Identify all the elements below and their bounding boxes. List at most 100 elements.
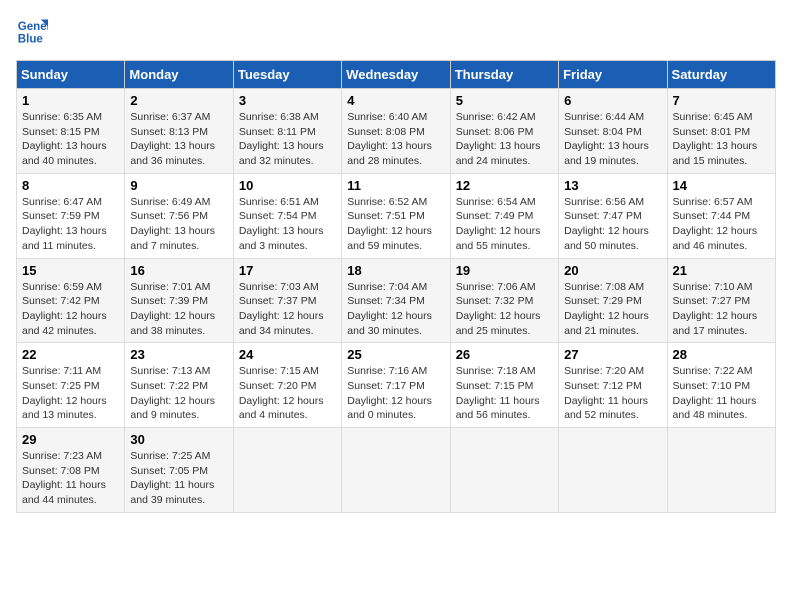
calendar-week-0: 1 Sunrise: 6:35 AMSunset: 8:15 PMDayligh… xyxy=(17,89,776,174)
day-cell-17: 17 Sunrise: 7:03 AMSunset: 7:37 PMDaylig… xyxy=(233,258,341,343)
day-cell-4: 4 Sunrise: 6:40 AMSunset: 8:08 PMDayligh… xyxy=(342,89,450,174)
day-info: Sunrise: 6:57 AMSunset: 7:44 PMDaylight:… xyxy=(673,196,758,252)
logo: General Blue xyxy=(16,16,52,48)
day-cell-12: 12 Sunrise: 6:54 AMSunset: 7:49 PMDaylig… xyxy=(450,173,558,258)
day-number: 9 xyxy=(130,178,227,193)
day-cell-28: 28 Sunrise: 7:22 AMSunset: 7:10 PMDaylig… xyxy=(667,343,775,428)
day-cell-27: 27 Sunrise: 7:20 AMSunset: 7:12 PMDaylig… xyxy=(559,343,667,428)
day-info: Sunrise: 7:23 AMSunset: 7:08 PMDaylight:… xyxy=(22,450,106,506)
day-info: Sunrise: 7:25 AMSunset: 7:05 PMDaylight:… xyxy=(130,450,214,506)
day-info: Sunrise: 6:40 AMSunset: 8:08 PMDaylight:… xyxy=(347,111,432,167)
day-cell-24: 24 Sunrise: 7:15 AMSunset: 7:20 PMDaylig… xyxy=(233,343,341,428)
day-cell-14: 14 Sunrise: 6:57 AMSunset: 7:44 PMDaylig… xyxy=(667,173,775,258)
day-info: Sunrise: 7:10 AMSunset: 7:27 PMDaylight:… xyxy=(673,281,758,337)
day-number: 19 xyxy=(456,263,553,278)
day-number: 22 xyxy=(22,347,119,362)
col-header-tuesday: Tuesday xyxy=(233,61,341,89)
empty-cell xyxy=(667,428,775,513)
day-cell-6: 6 Sunrise: 6:44 AMSunset: 8:04 PMDayligh… xyxy=(559,89,667,174)
day-info: Sunrise: 7:01 AMSunset: 7:39 PMDaylight:… xyxy=(130,281,215,337)
day-number: 5 xyxy=(456,93,553,108)
col-header-saturday: Saturday xyxy=(667,61,775,89)
day-cell-7: 7 Sunrise: 6:45 AMSunset: 8:01 PMDayligh… xyxy=(667,89,775,174)
day-number: 4 xyxy=(347,93,444,108)
day-info: Sunrise: 7:11 AMSunset: 7:25 PMDaylight:… xyxy=(22,365,107,421)
empty-cell xyxy=(342,428,450,513)
day-cell-8: 8 Sunrise: 6:47 AMSunset: 7:59 PMDayligh… xyxy=(17,173,125,258)
day-info: Sunrise: 6:37 AMSunset: 8:13 PMDaylight:… xyxy=(130,111,215,167)
col-header-friday: Friday xyxy=(559,61,667,89)
empty-cell xyxy=(450,428,558,513)
day-info: Sunrise: 7:16 AMSunset: 7:17 PMDaylight:… xyxy=(347,365,432,421)
col-header-thursday: Thursday xyxy=(450,61,558,89)
calendar-week-2: 15 Sunrise: 6:59 AMSunset: 7:42 PMDaylig… xyxy=(17,258,776,343)
day-cell-3: 3 Sunrise: 6:38 AMSunset: 8:11 PMDayligh… xyxy=(233,89,341,174)
day-cell-19: 19 Sunrise: 7:06 AMSunset: 7:32 PMDaylig… xyxy=(450,258,558,343)
day-cell-2: 2 Sunrise: 6:37 AMSunset: 8:13 PMDayligh… xyxy=(125,89,233,174)
day-number: 28 xyxy=(673,347,770,362)
svg-text:Blue: Blue xyxy=(18,34,44,46)
day-cell-29: 29 Sunrise: 7:23 AMSunset: 7:08 PMDaylig… xyxy=(17,428,125,513)
day-info: Sunrise: 6:42 AMSunset: 8:06 PMDaylight:… xyxy=(456,111,541,167)
day-cell-13: 13 Sunrise: 6:56 AMSunset: 7:47 PMDaylig… xyxy=(559,173,667,258)
empty-cell xyxy=(559,428,667,513)
day-number: 12 xyxy=(456,178,553,193)
day-number: 10 xyxy=(239,178,336,193)
col-header-wednesday: Wednesday xyxy=(342,61,450,89)
day-number: 2 xyxy=(130,93,227,108)
day-number: 13 xyxy=(564,178,661,193)
day-cell-15: 15 Sunrise: 6:59 AMSunset: 7:42 PMDaylig… xyxy=(17,258,125,343)
day-number: 18 xyxy=(347,263,444,278)
col-header-monday: Monday xyxy=(125,61,233,89)
day-info: Sunrise: 7:04 AMSunset: 7:34 PMDaylight:… xyxy=(347,281,432,337)
day-cell-22: 22 Sunrise: 7:11 AMSunset: 7:25 PMDaylig… xyxy=(17,343,125,428)
day-cell-1: 1 Sunrise: 6:35 AMSunset: 8:15 PMDayligh… xyxy=(17,89,125,174)
day-info: Sunrise: 7:06 AMSunset: 7:32 PMDaylight:… xyxy=(456,281,541,337)
day-info: Sunrise: 7:03 AMSunset: 7:37 PMDaylight:… xyxy=(239,281,324,337)
day-number: 7 xyxy=(673,93,770,108)
day-number: 21 xyxy=(673,263,770,278)
day-cell-23: 23 Sunrise: 7:13 AMSunset: 7:22 PMDaylig… xyxy=(125,343,233,428)
page-header: General Blue xyxy=(16,16,776,48)
day-cell-20: 20 Sunrise: 7:08 AMSunset: 7:29 PMDaylig… xyxy=(559,258,667,343)
day-info: Sunrise: 7:18 AMSunset: 7:15 PMDaylight:… xyxy=(456,365,540,421)
calendar-week-1: 8 Sunrise: 6:47 AMSunset: 7:59 PMDayligh… xyxy=(17,173,776,258)
day-info: Sunrise: 6:56 AMSunset: 7:47 PMDaylight:… xyxy=(564,196,649,252)
day-number: 16 xyxy=(130,263,227,278)
day-cell-16: 16 Sunrise: 7:01 AMSunset: 7:39 PMDaylig… xyxy=(125,258,233,343)
day-number: 3 xyxy=(239,93,336,108)
day-cell-11: 11 Sunrise: 6:52 AMSunset: 7:51 PMDaylig… xyxy=(342,173,450,258)
day-cell-5: 5 Sunrise: 6:42 AMSunset: 8:06 PMDayligh… xyxy=(450,89,558,174)
day-cell-21: 21 Sunrise: 7:10 AMSunset: 7:27 PMDaylig… xyxy=(667,258,775,343)
day-cell-26: 26 Sunrise: 7:18 AMSunset: 7:15 PMDaylig… xyxy=(450,343,558,428)
logo-icon: General Blue xyxy=(16,16,48,48)
day-info: Sunrise: 6:51 AMSunset: 7:54 PMDaylight:… xyxy=(239,196,324,252)
col-header-sunday: Sunday xyxy=(17,61,125,89)
day-info: Sunrise: 6:59 AMSunset: 7:42 PMDaylight:… xyxy=(22,281,107,337)
day-info: Sunrise: 6:44 AMSunset: 8:04 PMDaylight:… xyxy=(564,111,649,167)
calendar-table: SundayMondayTuesdayWednesdayThursdayFrid… xyxy=(16,60,776,513)
day-number: 24 xyxy=(239,347,336,362)
day-info: Sunrise: 6:35 AMSunset: 8:15 PMDaylight:… xyxy=(22,111,107,167)
day-info: Sunrise: 7:20 AMSunset: 7:12 PMDaylight:… xyxy=(564,365,648,421)
day-number: 30 xyxy=(130,432,227,447)
day-info: Sunrise: 7:08 AMSunset: 7:29 PMDaylight:… xyxy=(564,281,649,337)
day-info: Sunrise: 6:54 AMSunset: 7:49 PMDaylight:… xyxy=(456,196,541,252)
calendar-week-4: 29 Sunrise: 7:23 AMSunset: 7:08 PMDaylig… xyxy=(17,428,776,513)
day-info: Sunrise: 7:13 AMSunset: 7:22 PMDaylight:… xyxy=(130,365,215,421)
day-info: Sunrise: 6:47 AMSunset: 7:59 PMDaylight:… xyxy=(22,196,107,252)
day-info: Sunrise: 6:52 AMSunset: 7:51 PMDaylight:… xyxy=(347,196,432,252)
day-info: Sunrise: 7:15 AMSunset: 7:20 PMDaylight:… xyxy=(239,365,324,421)
empty-cell xyxy=(233,428,341,513)
day-number: 20 xyxy=(564,263,661,278)
calendar-week-3: 22 Sunrise: 7:11 AMSunset: 7:25 PMDaylig… xyxy=(17,343,776,428)
day-info: Sunrise: 6:45 AMSunset: 8:01 PMDaylight:… xyxy=(673,111,758,167)
day-number: 11 xyxy=(347,178,444,193)
day-number: 26 xyxy=(456,347,553,362)
day-cell-30: 30 Sunrise: 7:25 AMSunset: 7:05 PMDaylig… xyxy=(125,428,233,513)
day-info: Sunrise: 6:49 AMSunset: 7:56 PMDaylight:… xyxy=(130,196,215,252)
day-number: 25 xyxy=(347,347,444,362)
day-cell-25: 25 Sunrise: 7:16 AMSunset: 7:17 PMDaylig… xyxy=(342,343,450,428)
day-cell-18: 18 Sunrise: 7:04 AMSunset: 7:34 PMDaylig… xyxy=(342,258,450,343)
svg-text:General: General xyxy=(18,21,48,33)
